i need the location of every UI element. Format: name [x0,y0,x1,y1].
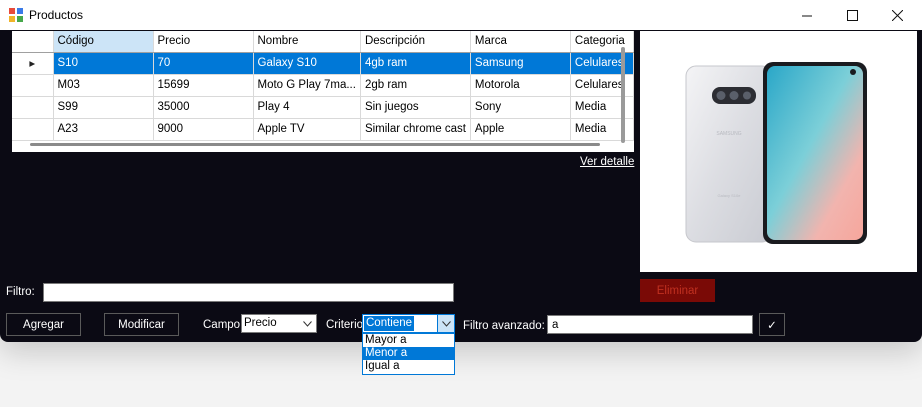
brand-text: SAMSUNG [716,131,741,137]
table-row[interactable]: A23 9000 Apple TV Similar chrome cast Ap… [12,118,634,141]
close-button[interactable] [874,0,920,30]
title-bar: Productos [0,0,922,30]
cell-nombre[interactable]: Galaxy S10 [253,52,361,75]
column-header-marca[interactable]: Marca [470,31,571,53]
option-mayor-a[interactable]: Mayor a [363,334,454,347]
horizontal-scrollbar[interactable] [30,143,600,146]
cell-descripcion[interactable]: Sin juegos [360,96,471,119]
cell-precio[interactable]: 70 [153,52,254,75]
row-pointer-icon: ▸ [12,52,54,75]
header-row: Código Precio Nombre Descripción Marca C… [12,31,634,53]
filtro-avanzado-label: Filtro avanzado: [463,320,545,332]
maximize-icon [846,9,858,21]
cell-descripcion[interactable]: 4gb ram [360,52,471,75]
column-header-descripcion[interactable]: Descripción [360,31,471,53]
agregar-button[interactable]: Agregar [6,313,81,336]
cell-nombre[interactable]: Moto G Play 7ma... [253,74,361,97]
row-header-corner [12,31,54,53]
maximize-button[interactable] [829,0,875,30]
products-table: Código Precio Nombre Descripción Marca C… [12,31,634,141]
cell-codigo[interactable]: S99 [53,96,154,119]
chevron-down-icon [437,315,454,332]
cell-codigo[interactable]: M03 [53,74,154,97]
ver-detalle-link[interactable]: Ver detalle [580,156,634,168]
chevron-down-icon [299,315,316,332]
cell-precio[interactable]: 9000 [153,118,254,141]
criterio-label: Criterio: [326,319,367,331]
row-header[interactable] [12,118,54,141]
filtro-label: Filtro: [6,286,35,298]
campo-label: Campo: [203,319,244,331]
eliminar-button[interactable]: Eliminar [640,279,715,302]
buscar-button[interactable]: ✓ [759,313,785,336]
close-icon [891,9,903,21]
cell-descripcion[interactable]: Similar chrome cast [360,118,471,141]
option-igual-a[interactable]: Igual a [363,360,454,373]
cell-marca[interactable]: Sony [470,96,571,119]
row-header[interactable] [12,74,54,97]
check-icon: ✓ [767,319,777,332]
option-menor-a[interactable]: Menor a [363,347,454,360]
criterio-dropdown[interactable]: Mayor a Menor a Igual a [362,333,455,375]
phone-image: SAMSUNG Galaxy S10e [685,62,867,244]
cell-descripcion[interactable]: 2gb ram [360,74,471,97]
campo-select-value: Precio [244,317,277,329]
table-row[interactable]: S99 35000 Play 4 Sin juegos Sony Media [12,96,634,119]
campo-select[interactable]: Precio [241,314,317,333]
app-icon [9,8,23,22]
criterio-select[interactable]: Contiene [362,314,455,333]
table-row[interactable]: ▸ S10 70 Galaxy S10 4gb ram Samsung Celu… [12,52,634,75]
productos-window: Productos Código Precio Nombre Descripci… [0,0,922,342]
cell-marca[interactable]: Samsung [470,52,571,75]
cell-marca[interactable]: Motorola [470,74,571,97]
products-grid[interactable]: Código Precio Nombre Descripción Marca C… [12,31,634,152]
vertical-scrollbar[interactable] [621,47,625,143]
table-row[interactable]: M03 15699 Moto G Play 7ma... 2gb ram Mot… [12,74,634,97]
column-header-codigo[interactable]: Código [53,31,154,53]
cell-marca[interactable]: Apple [470,118,571,141]
product-image: SAMSUNG Galaxy S10e [640,31,917,272]
cell-precio[interactable]: 35000 [153,96,254,119]
minimize-button[interactable] [784,0,830,30]
cell-nombre[interactable]: Apple TV [253,118,361,141]
model-text: Galaxy S10e [718,193,742,198]
filtro-avanzado-input[interactable] [547,315,753,334]
cell-precio[interactable]: 15699 [153,74,254,97]
criterio-select-value: Contiene [364,316,415,331]
cell-nombre[interactable]: Play 4 [253,96,361,119]
column-header-precio[interactable]: Precio [153,31,254,53]
window-title: Productos [29,8,84,22]
column-header-nombre[interactable]: Nombre [253,31,361,53]
minimize-icon [801,15,812,16]
modificar-button[interactable]: Modificar [104,313,179,336]
row-header[interactable] [12,96,54,119]
filtro-input[interactable] [43,283,454,302]
cell-codigo[interactable]: S10 [53,52,154,75]
cell-codigo[interactable]: A23 [53,118,154,141]
